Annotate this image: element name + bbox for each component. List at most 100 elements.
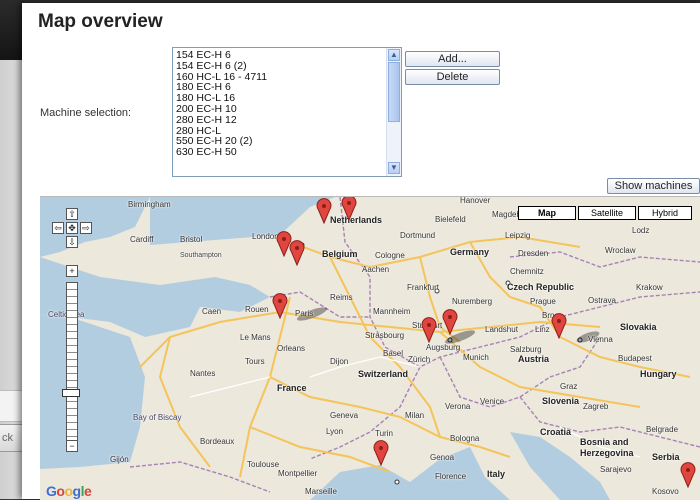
map-label: Bay of Biscay: [133, 413, 182, 422]
map-label: Tours: [245, 357, 265, 366]
map-label: Turin: [375, 429, 393, 438]
map-label: Montpellier: [278, 469, 318, 478]
map-view[interactable]: Birmingham Cardiff Bristol London Southa…: [40, 196, 700, 500]
map-label: Serbia: [652, 452, 680, 462]
google-logo: Google: [46, 483, 92, 499]
map-label: Paris: [295, 309, 314, 318]
map-label: Belgrade: [646, 425, 679, 434]
machine-list-item[interactable]: 280 EC-H 12: [176, 114, 401, 126]
machine-marker-icon[interactable]: [373, 440, 389, 466]
map-label: Florence: [435, 472, 467, 481]
machine-marker-icon[interactable]: [551, 313, 567, 339]
map-label: Zagreb: [583, 402, 609, 411]
show-machines-button[interactable]: Show machines: [607, 178, 700, 194]
map-label: Orleans: [277, 344, 306, 353]
zoom-slider-thumb[interactable]: [62, 389, 80, 397]
map-label: Lodz: [632, 226, 650, 235]
map-label: Bristol: [180, 235, 203, 244]
pan-up-icon[interactable]: ⇧: [66, 208, 78, 220]
map-label: Landshut: [485, 325, 518, 334]
map-label: Chemnitz: [510, 267, 544, 276]
machine-list-item[interactable]: 630 EC-H 50: [176, 147, 401, 158]
map-label: Toulouse: [247, 460, 280, 469]
map-label: Frankfurt: [407, 283, 440, 292]
pan-left-icon[interactable]: ⇦: [52, 222, 64, 234]
map-label: Hungary: [640, 369, 677, 379]
map-label: London: [252, 232, 279, 241]
map-label: Bologna: [450, 434, 480, 443]
machine-marker-icon[interactable]: [341, 196, 357, 221]
delete-button[interactable]: Delete: [405, 69, 500, 85]
map-label: Italy: [487, 469, 506, 479]
map-label: Graz: [560, 382, 578, 391]
machine-marker-icon[interactable]: [316, 198, 332, 224]
map-label: Dortmund: [400, 231, 436, 240]
machine-marker-icon[interactable]: [289, 240, 305, 266]
map-type-satellite-button[interactable]: Satellite: [578, 206, 636, 220]
map-label: Switzerland: [358, 369, 409, 379]
map-label: Nantes: [190, 369, 216, 378]
map-label: Zürich: [408, 355, 431, 364]
zoom-in-icon[interactable]: +: [66, 265, 78, 277]
map-label: Belgium: [322, 249, 358, 259]
map-label: Leipzig: [505, 231, 531, 240]
map-label: Ostrava: [588, 296, 617, 305]
map-label: Prague: [530, 297, 556, 306]
map-label: Strasbourg: [365, 331, 405, 340]
map-label: Geneva: [330, 411, 359, 420]
map-label: Herzegovina: [580, 448, 634, 458]
zoom-slider-track[interactable]: [66, 282, 78, 442]
zoom-out-icon[interactable]: −: [66, 440, 78, 452]
map-label: Germany: [450, 247, 490, 257]
map-label: Bielefeld: [435, 215, 466, 224]
map-label: Nuremberg: [452, 297, 493, 306]
map-label: Caen: [202, 307, 222, 316]
map-label: Dresden: [518, 249, 549, 258]
map-label: Austria: [518, 354, 550, 364]
map-label: Vienna: [588, 335, 613, 344]
machine-marker-icon[interactable]: [442, 309, 458, 335]
map-label: France: [277, 383, 307, 393]
map-label: Salzburg: [510, 345, 542, 354]
scroll-up-icon[interactable]: ▲: [388, 49, 400, 61]
map-label: Cardiff: [130, 235, 154, 244]
map-label: Bosnia and: [580, 437, 629, 447]
machine-marker-icon[interactable]: [421, 317, 437, 343]
map-label: Le Mans: [240, 333, 271, 342]
machine-marker-icon[interactable]: [272, 293, 288, 319]
map-label: Kosovo: [652, 487, 679, 496]
map-label: Munich: [463, 353, 489, 362]
machine-list-item[interactable]: 154 EC-H 6 (2): [176, 60, 401, 72]
map-label: Birmingham: [128, 200, 171, 209]
scroll-thumb[interactable]: [388, 62, 400, 122]
map-label: Linz: [535, 325, 550, 334]
map-label: Croatia: [540, 427, 572, 437]
map-label: Verona: [445, 402, 471, 411]
map-label: Slovakia: [620, 322, 657, 332]
map-label: Lyon: [326, 427, 344, 436]
pan-down-icon[interactable]: ⇩: [66, 236, 78, 248]
map-label: Basel: [383, 349, 404, 358]
map-label: Milan: [405, 411, 425, 420]
scroll-down-icon[interactable]: ▼: [388, 162, 400, 174]
map-label: Sarajevo: [600, 465, 632, 474]
pan-center-icon[interactable]: ✥: [66, 222, 78, 234]
map-type-map-button[interactable]: Map: [518, 206, 576, 220]
map-type-hybrid-button[interactable]: Hybrid: [638, 206, 692, 220]
map-label: Reims: [330, 293, 353, 302]
list-scrollbar[interactable]: ▲ ▼: [386, 48, 401, 176]
map-label: Southampton: [180, 252, 222, 259]
map-label: Cologne: [375, 251, 405, 260]
map-label: Venice: [480, 397, 505, 406]
map-label: Wroclaw: [605, 246, 636, 255]
map-label: Mannheim: [373, 307, 411, 316]
add-button[interactable]: Add...: [405, 51, 500, 67]
machine-selection-label: Machine selection:: [40, 107, 132, 119]
map-label: Aachen: [362, 265, 390, 274]
map-label: Gijón: [110, 455, 129, 464]
pan-right-icon[interactable]: ⇨: [80, 222, 92, 234]
machine-marker-icon[interactable]: [680, 462, 696, 488]
map-label: Hanover: [460, 196, 491, 205]
machine-selection-listbox[interactable]: 154 EC-H 6 154 EC-H 6 (2) 160 HC-L 16 - …: [172, 47, 402, 177]
map-label: Bordeaux: [200, 437, 235, 446]
